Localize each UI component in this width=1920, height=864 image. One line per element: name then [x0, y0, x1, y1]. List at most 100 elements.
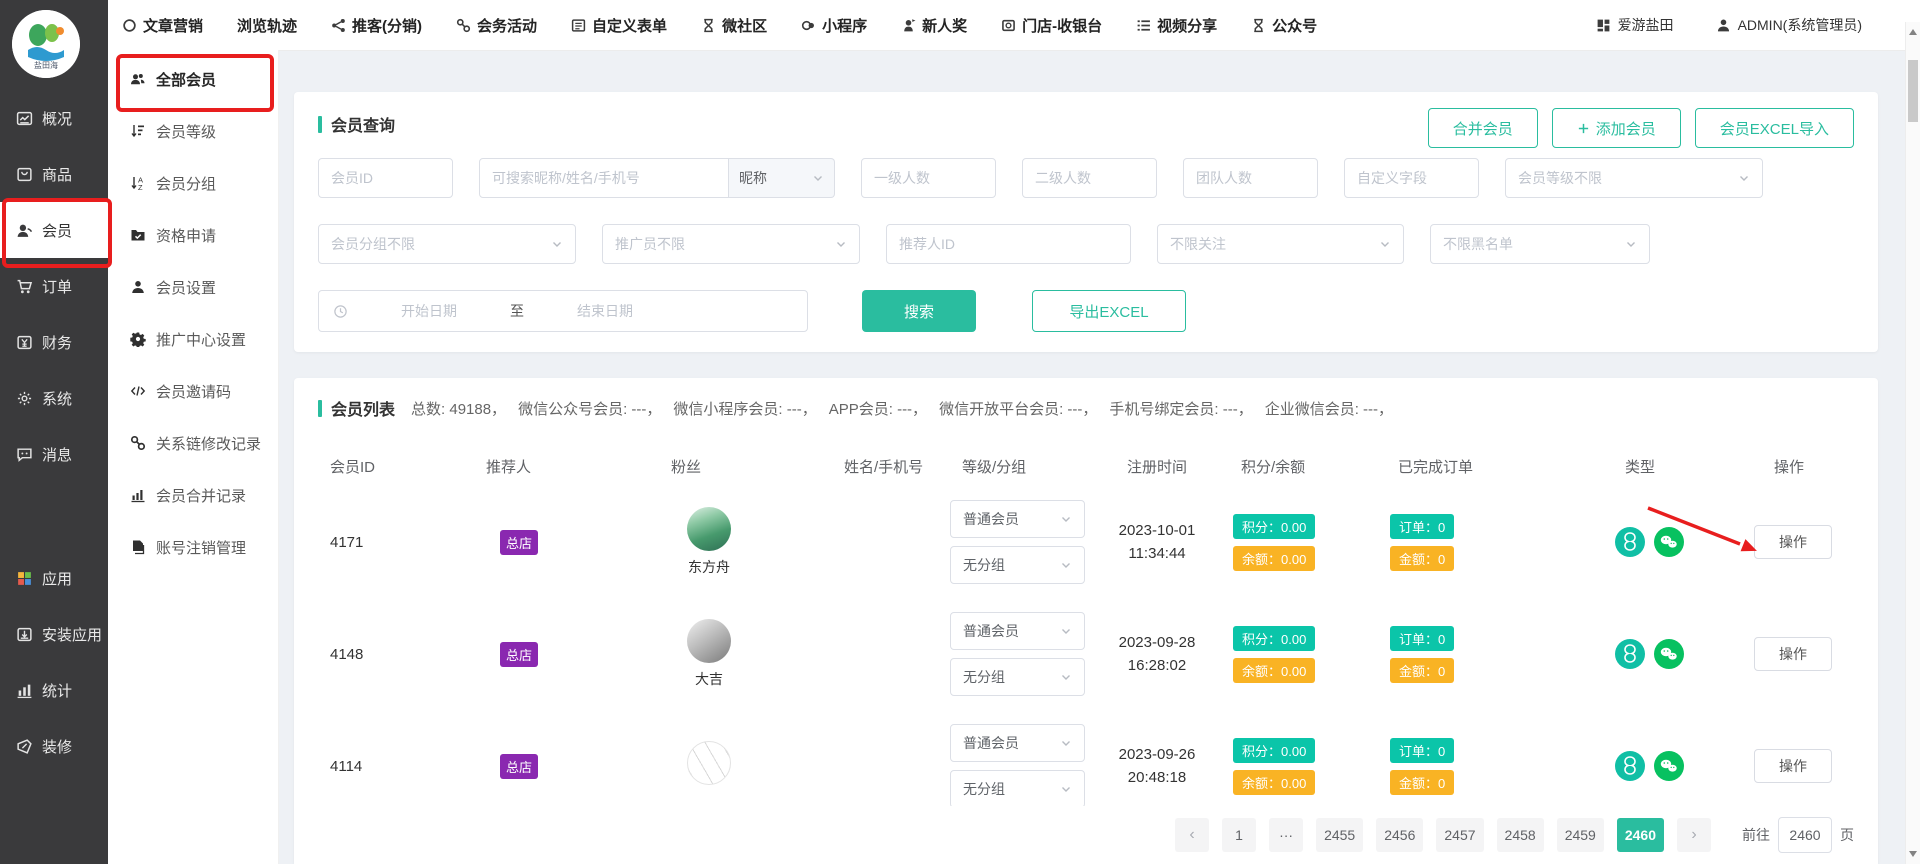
scroll-down-arrow[interactable]	[1906, 846, 1920, 862]
submenu-item[interactable]: 推广中心设置	[108, 314, 278, 364]
search-button[interactable]: 搜索	[862, 290, 976, 332]
page-button[interactable]: 2457	[1436, 818, 1483, 852]
top-navigation: 文章营销 浏览轨迹 推客(分销) 会务活动 自定义表单 微社区	[122, 0, 1317, 50]
group-select[interactable]: 无分组	[950, 546, 1085, 584]
wechat-icon[interactable]	[1654, 751, 1684, 781]
sidebar-item[interactable]: 统计	[0, 662, 108, 718]
submenu-item[interactable]: 会员设置	[108, 262, 278, 312]
topnav-item-label: 微社区	[722, 15, 767, 36]
page-button[interactable]: 2460	[1617, 818, 1664, 852]
scrollbar-thumb[interactable]	[1908, 60, 1918, 122]
topnav-item[interactable]: 小程序	[801, 15, 867, 36]
topnav-item[interactable]: 会务活动	[456, 15, 537, 36]
topnav-item[interactable]: 微社区	[701, 15, 767, 36]
chevron-down-icon	[1060, 737, 1072, 749]
keyword-type-select[interactable]: 昵称	[729, 158, 835, 198]
excel-import-button[interactable]: 会员EXCEL导入	[1695, 108, 1854, 148]
sidebar-item-label: 订单	[42, 276, 72, 297]
balance-badge: 余额：0.00	[1233, 770, 1315, 795]
table-row: 4148 总店 大吉 普通会员	[318, 598, 1854, 710]
group-select[interactable]: 无分组	[950, 658, 1085, 696]
export-excel-button[interactable]: 导出EXCEL	[1032, 290, 1186, 332]
sidebar-item[interactable]: 安装应用	[0, 606, 108, 662]
sidebar-item[interactable]: 系统	[0, 370, 108, 426]
referrer-badge: 总店	[500, 642, 538, 667]
award-icon	[901, 18, 916, 33]
topnav-item[interactable]: 自定义表单	[571, 15, 667, 36]
custom-field-input[interactable]	[1344, 158, 1479, 198]
topnav-item[interactable]: 推客(分销)	[331, 15, 422, 36]
page-button[interactable]: 2459	[1557, 818, 1604, 852]
submenu-item[interactable]: 资格申请	[108, 210, 278, 260]
sidebar-item[interactable]: 会员	[0, 202, 108, 258]
start-date-input[interactable]	[352, 302, 506, 320]
sidebar-item[interactable]: 装修	[0, 718, 108, 774]
topnav-item[interactable]: 新人奖	[901, 15, 967, 36]
wechat-official-icon[interactable]	[1615, 639, 1645, 669]
goto-page-input[interactable]	[1778, 817, 1832, 853]
topnav-item[interactable]: 浏览轨迹	[237, 15, 297, 36]
row-action-button[interactable]: 操作	[1754, 749, 1832, 783]
goto-page: 前往 页	[1742, 817, 1854, 853]
submenu-item[interactable]: 会员等级	[108, 106, 278, 156]
orders-amount-cell: 订单：0 金额：0	[1386, 626, 1613, 683]
topnav-item[interactable]: 公众号	[1251, 15, 1317, 36]
promoter-select[interactable]: 推广员不限	[602, 224, 860, 264]
topnav-item[interactable]: 视频分享	[1136, 15, 1217, 36]
level-select[interactable]: 普通会员	[950, 724, 1085, 762]
submenu-item[interactable]: 会员合并记录	[108, 470, 278, 520]
submenu-item[interactable]: 全部会员	[108, 54, 278, 104]
level-select[interactable]: 普通会员	[950, 612, 1085, 650]
topbar-right-item[interactable]: 爱游盐田	[1596, 15, 1674, 35]
member-level-select[interactable]: 会员等级不限	[1505, 158, 1763, 198]
submenu-item-label: 会员等级	[156, 121, 216, 142]
blacklist-select[interactable]: 不限黑名单	[1430, 224, 1650, 264]
sidebar-item[interactable]: 应用	[0, 550, 108, 606]
sidebar-item[interactable]: 概况	[0, 90, 108, 146]
prev-page-button[interactable]: ‹	[1175, 818, 1209, 852]
row-action-button[interactable]: 操作	[1754, 525, 1832, 559]
merge-member-button[interactable]: 合并会员	[1428, 108, 1538, 148]
wechat-official-icon[interactable]	[1615, 751, 1645, 781]
date-range-picker[interactable]: 至	[318, 290, 808, 332]
add-member-button[interactable]: 添加会员	[1552, 108, 1681, 148]
wechat-official-icon[interactable]	[1615, 527, 1645, 557]
level2-count-input[interactable]	[1022, 158, 1157, 198]
wechat-icon[interactable]	[1654, 527, 1684, 557]
team-count-input[interactable]	[1183, 158, 1318, 198]
topnav-item[interactable]: 文章营销	[122, 15, 203, 36]
page-button[interactable]: 1	[1222, 818, 1256, 852]
fan-cell: 大吉	[669, 619, 749, 689]
topbar-right-item[interactable]: ADMIN(系统管理员)	[1716, 15, 1862, 35]
submenu-item[interactable]: 关系链修改记录	[108, 418, 278, 468]
keyword-input[interactable]	[479, 158, 729, 198]
submenu-item[interactable]: 账号注销管理	[108, 522, 278, 572]
sidebar-item[interactable]: 消息	[0, 426, 108, 482]
page-button[interactable]: 2456	[1376, 818, 1423, 852]
member-group-select[interactable]: 会员分组不限	[318, 224, 576, 264]
page-button[interactable]: 2458	[1497, 818, 1544, 852]
level1-count-input[interactable]	[861, 158, 996, 198]
sidebar-item[interactable]: 财务	[0, 314, 108, 370]
level-select[interactable]: 普通会员	[950, 500, 1085, 538]
referrer-id-input[interactable]	[886, 224, 1131, 264]
page-button[interactable]: ···	[1269, 818, 1303, 852]
follow-select[interactable]: 不限关注	[1157, 224, 1404, 264]
submenu-item[interactable]: 会员邀请码	[108, 366, 278, 416]
sidebar-item[interactable]: 订单	[0, 258, 108, 314]
member-id-cell: 4114	[318, 758, 474, 775]
fan-name: 东方舟	[688, 557, 730, 577]
page-button[interactable]: 2455	[1316, 818, 1363, 852]
next-page-button[interactable]: ›	[1677, 818, 1711, 852]
topnav-item[interactable]: 门店-收银台	[1001, 15, 1102, 36]
wechat-icon[interactable]	[1654, 639, 1684, 669]
submenu-item[interactable]: AZ 会员分组	[108, 158, 278, 208]
group-select[interactable]: 无分组	[950, 770, 1085, 808]
register-time-cell: 2023-09-26 20:48:18	[1115, 743, 1229, 790]
points-badge: 积分：0.00	[1233, 738, 1315, 763]
end-date-input[interactable]	[528, 302, 682, 320]
member-id-input[interactable]	[318, 158, 453, 198]
row-action-button[interactable]: 操作	[1754, 637, 1832, 671]
sidebar-item[interactable]: 商品	[0, 146, 108, 202]
scroll-up-arrow[interactable]	[1906, 24, 1920, 40]
